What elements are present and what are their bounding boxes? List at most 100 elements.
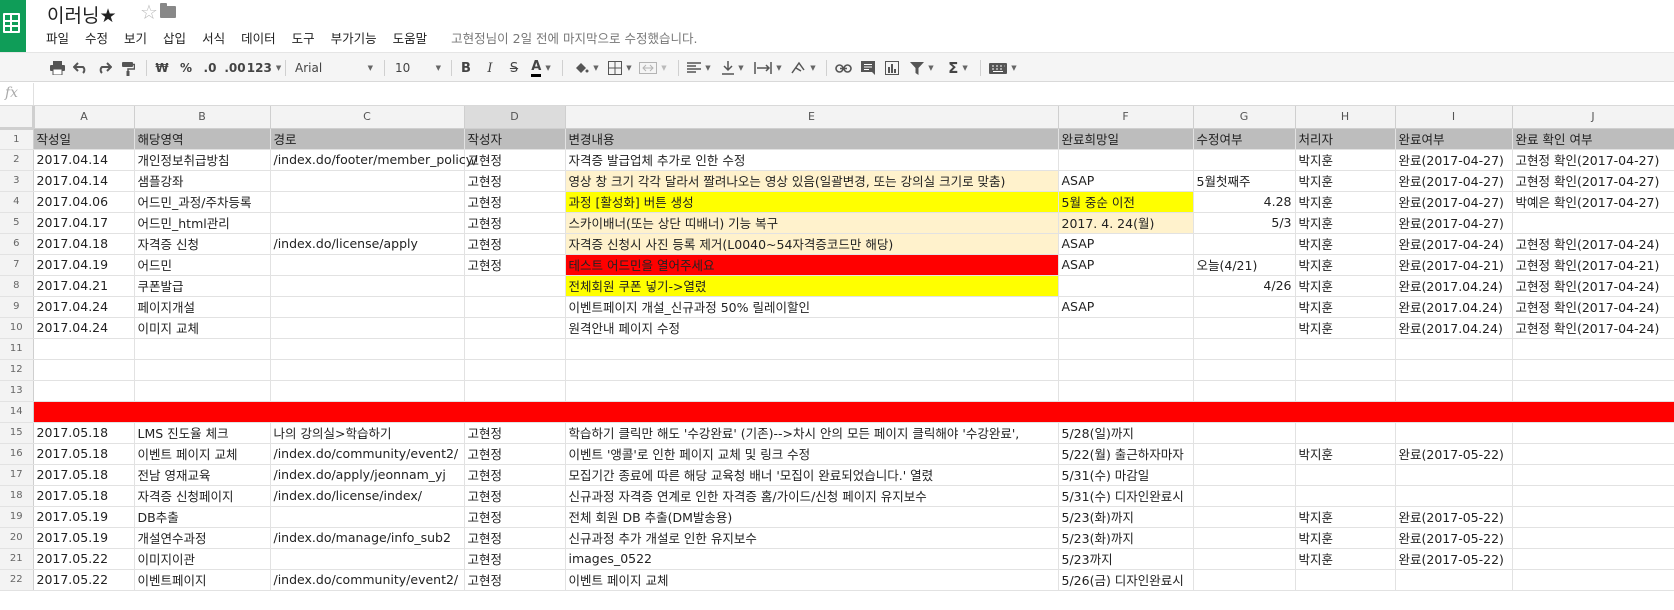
cell-d[interactable] — [464, 317, 566, 339]
cell-j[interactable]: 고현정 확인(2017-04-24) — [1512, 317, 1674, 339]
cell-e[interactable] — [565, 359, 1059, 381]
row-header[interactable]: 2 — [0, 149, 34, 171]
menu-tools[interactable]: 도구 — [292, 28, 315, 47]
column-header-b[interactable]: B — [134, 106, 271, 129]
cell-f[interactable]: 2017. 4. 24(월) — [1058, 212, 1194, 234]
cell-b[interactable]: 이미지 교체 — [134, 317, 271, 339]
cell-j[interactable] — [1512, 569, 1674, 591]
cell-h[interactable]: 박지훈 — [1295, 212, 1396, 234]
cell-i[interactable]: 완료(2017.04.24) — [1395, 317, 1513, 339]
cell-b[interactable] — [134, 380, 271, 402]
cell-g[interactable] — [1193, 527, 1296, 549]
row-header[interactable]: 20 — [0, 527, 34, 549]
column-header-c[interactable]: C — [270, 106, 465, 129]
cell-g[interactable] — [1193, 401, 1296, 423]
cell-f[interactable]: 5/23까지 — [1058, 548, 1194, 570]
cell-a[interactable] — [33, 401, 135, 423]
cell-i[interactable] — [1395, 464, 1513, 486]
menu-addons[interactable]: 부가기능 — [331, 28, 377, 47]
cell-d[interactable]: 고현정 — [464, 548, 566, 570]
cell-j[interactable] — [1512, 464, 1674, 486]
row-header[interactable]: 13 — [0, 380, 34, 402]
merge-cells-button[interactable]: ▼ — [637, 57, 669, 79]
currency-format-button[interactable]: ₩ — [152, 57, 172, 79]
cell-h[interactable] — [1295, 464, 1396, 486]
cell-d[interactable]: 고현정 — [464, 527, 566, 549]
cell-i[interactable]: 완료(2017-04-27) — [1395, 191, 1513, 213]
cell-i[interactable]: 완료(2017-04-27) — [1395, 149, 1513, 171]
row-header[interactable]: 9 — [0, 296, 34, 318]
cell-a[interactable] — [33, 359, 135, 381]
cell-d[interactable]: 고현정 — [464, 149, 566, 171]
cell-d[interactable]: 고현정 — [464, 443, 566, 465]
paint-format-icon[interactable] — [118, 57, 138, 79]
cell-d[interactable]: 고현정 — [464, 254, 566, 276]
menu-format[interactable]: 서식 — [202, 28, 225, 47]
bold-button[interactable]: B — [456, 57, 476, 79]
cell-i[interactable]: 완료(2017-04-27) — [1395, 212, 1513, 234]
cell-i[interactable] — [1395, 485, 1513, 507]
row-header[interactable]: 21 — [0, 548, 34, 570]
cell-a[interactable]: 2017.04.17 — [33, 212, 135, 234]
cell-g[interactable] — [1193, 338, 1296, 360]
column-header-d[interactable]: D — [464, 106, 566, 129]
cell-f[interactable]: 5/28(일)까지 — [1058, 422, 1194, 444]
row-header[interactable]: 10 — [0, 317, 34, 339]
cell-e[interactable]: 자격증 신청시 사진 등록 제거(L0040~54자격증코드만 해당) — [565, 233, 1059, 255]
cell-i[interactable]: 완료(2017-05-22) — [1395, 548, 1513, 570]
star-icon[interactable]: ☆ — [140, 1, 158, 23]
row-header[interactable]: 19 — [0, 506, 34, 528]
cell-i[interactable] — [1395, 569, 1513, 591]
cell-h[interactable] — [1295, 380, 1396, 402]
cell-f[interactable]: 5/22(월) 출근하자마자 — [1058, 443, 1194, 465]
cell-c[interactable] — [270, 359, 465, 381]
cell-f[interactable]: ASAP — [1058, 296, 1194, 318]
cell-c[interactable]: /index.do/community/event2/ — [270, 569, 465, 591]
cell-i[interactable]: 완료(2017.04.24) — [1395, 296, 1513, 318]
cell-j[interactable]: 고현정 확인(2017-04-27) — [1512, 170, 1674, 192]
cell-d[interactable]: 고현정 — [464, 212, 566, 234]
text-wrap-button[interactable]: ▼ — [752, 57, 784, 79]
cell-a[interactable]: 2017.04.06 — [33, 191, 135, 213]
cell-e[interactable]: 학습하기 클릭만 해도 '수강완료' (기존)-->차시 안의 모든 페이지 클… — [565, 422, 1059, 444]
cell-a[interactable]: 2017.04.14 — [33, 149, 135, 171]
column-title-g[interactable]: 수정여부 — [1193, 128, 1296, 150]
cell-i[interactable]: 완료(2017-04-27) — [1395, 170, 1513, 192]
cell-c[interactable]: /index.do/license/apply — [270, 233, 465, 255]
cell-j[interactable]: 고현정 확인(2017-04-27) — [1512, 149, 1674, 171]
cell-b[interactable]: 이벤트 페이지 교체 — [134, 443, 271, 465]
cell-d[interactable] — [464, 359, 566, 381]
cell-f[interactable]: 5/23(화)까지 — [1058, 527, 1194, 549]
cell-f[interactable] — [1058, 380, 1194, 402]
cell-b[interactable] — [134, 401, 271, 423]
font-family-select[interactable]: Arial ▼ — [291, 57, 377, 79]
cell-f[interactable] — [1058, 359, 1194, 381]
cell-h[interactable]: 박지훈 — [1295, 296, 1396, 318]
cell-b[interactable]: 쿠폰발급 — [134, 275, 271, 297]
percent-format-button[interactable]: % — [176, 57, 196, 79]
cell-e[interactable]: 모집기간 종료에 따른 해당 교육청 배너 '모집이 완료되었습니다.' 열렸 — [565, 464, 1059, 486]
column-title-d[interactable]: 작성자 — [464, 128, 566, 150]
cell-a[interactable]: 2017.04.21 — [33, 275, 135, 297]
cell-f[interactable]: 5/31(수) 마감일 — [1058, 464, 1194, 486]
more-formats-dropdown[interactable]: 123 ▼ — [247, 57, 281, 79]
cell-b[interactable]: 자격증 신청페이지 — [134, 485, 271, 507]
insert-comment-button[interactable] — [857, 57, 879, 79]
menu-view[interactable]: 보기 — [124, 28, 147, 47]
cell-e[interactable]: 이벤트페이지 개설_신규과정 50% 릴레이할인 — [565, 296, 1059, 318]
redo-icon[interactable] — [94, 57, 114, 79]
cell-e[interactable]: 테스트 어드민을 열어주세요 — [565, 254, 1059, 276]
row-header[interactable]: 1 — [0, 128, 34, 150]
cell-c[interactable] — [270, 548, 465, 570]
column-title-i[interactable]: 완료여부 — [1395, 128, 1513, 150]
column-header-f[interactable]: F — [1058, 106, 1194, 129]
cell-j[interactable] — [1512, 422, 1674, 444]
text-color-button[interactable]: A ▼ — [527, 57, 555, 79]
cell-b[interactable]: 페이지개설 — [134, 296, 271, 318]
cell-e[interactable]: 영상 창 크기 각각 달라서 짤려나오는 영상 있음(일괄변경, 또는 강의실 … — [565, 170, 1059, 192]
font-size-select[interactable]: 10 ▼ — [391, 57, 445, 79]
cell-g[interactable]: 오늘(4/21) — [1193, 254, 1296, 276]
cell-f[interactable]: ASAP — [1058, 233, 1194, 255]
cell-a[interactable] — [33, 380, 135, 402]
cell-g[interactable]: 5/3 — [1193, 212, 1296, 234]
